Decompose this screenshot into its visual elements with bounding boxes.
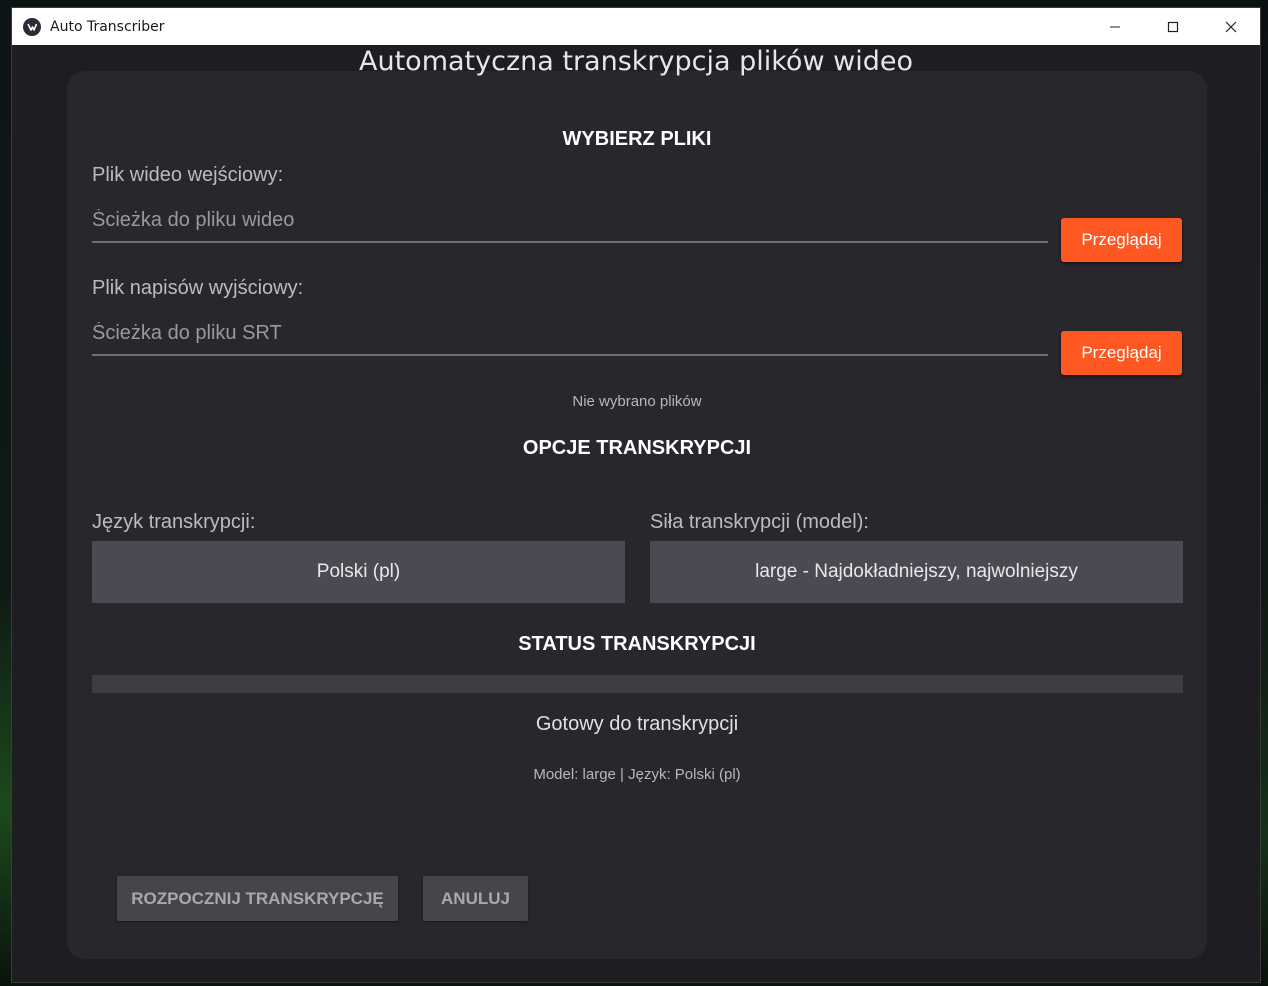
options-section-title: OPCJE TRANSKRYPCJI: [522, 437, 752, 459]
maximize-icon[interactable]: [1144, 8, 1202, 45]
browse-srt-button[interactable]: Przeglądaj: [1061, 331, 1182, 375]
app-window: Auto Transcriber Automatyczna transkrypc…: [11, 7, 1261, 983]
browse-video-button[interactable]: Przeglądaj: [1061, 218, 1182, 262]
file-selection-status: Nie wybrano plików: [572, 393, 702, 410]
cancel-button[interactable]: ANULUJ: [423, 876, 528, 921]
start-transcription-button[interactable]: ROZPOCZNIJ TRANSKRYPCJĘ: [117, 876, 398, 921]
status-section-title: STATUS TRANSKRYPCJI: [518, 633, 756, 655]
srt-path-input[interactable]: [92, 312, 1048, 356]
status-details: Model: large | Język: Polski (pl): [533, 766, 741, 783]
main-card: WYBIERZ PLIKI Plik wideo wejściowy: Prze…: [67, 71, 1207, 959]
language-select-value: Polski (pl): [316, 561, 401, 582]
page-title: Automatyczna transkrypcja plików wideo: [359, 46, 913, 77]
video-file-label: Plik wideo wejściowy:: [92, 164, 284, 186]
model-select[interactable]: large - Najdokładniejszy, najwolniejszy: [650, 541, 1183, 603]
app-logo-icon: [23, 17, 41, 36]
close-icon[interactable]: [1202, 8, 1260, 45]
srt-file-label: Plik napisów wyjściowy:: [92, 277, 304, 299]
status-message: Gotowy do transkrypcji: [535, 713, 739, 735]
files-section-title: WYBIERZ PLIKI: [562, 128, 712, 150]
title-bar[interactable]: Auto Transcriber: [12, 8, 1260, 45]
progress-bar: [92, 675, 1183, 693]
model-label: Siła transkrypcji (model):: [650, 511, 869, 533]
model-select-value: large - Najdokładniejszy, najwolniejszy: [755, 561, 1078, 582]
minimize-icon[interactable]: [1086, 8, 1144, 45]
video-path-input[interactable]: [92, 199, 1048, 243]
desktop-background-right: [1260, 0, 1268, 986]
language-select[interactable]: Polski (pl): [92, 541, 625, 603]
window-controls: [1086, 8, 1260, 45]
window-title: Auto Transcriber: [50, 18, 165, 35]
language-label: Język transkrypcji:: [92, 511, 256, 533]
